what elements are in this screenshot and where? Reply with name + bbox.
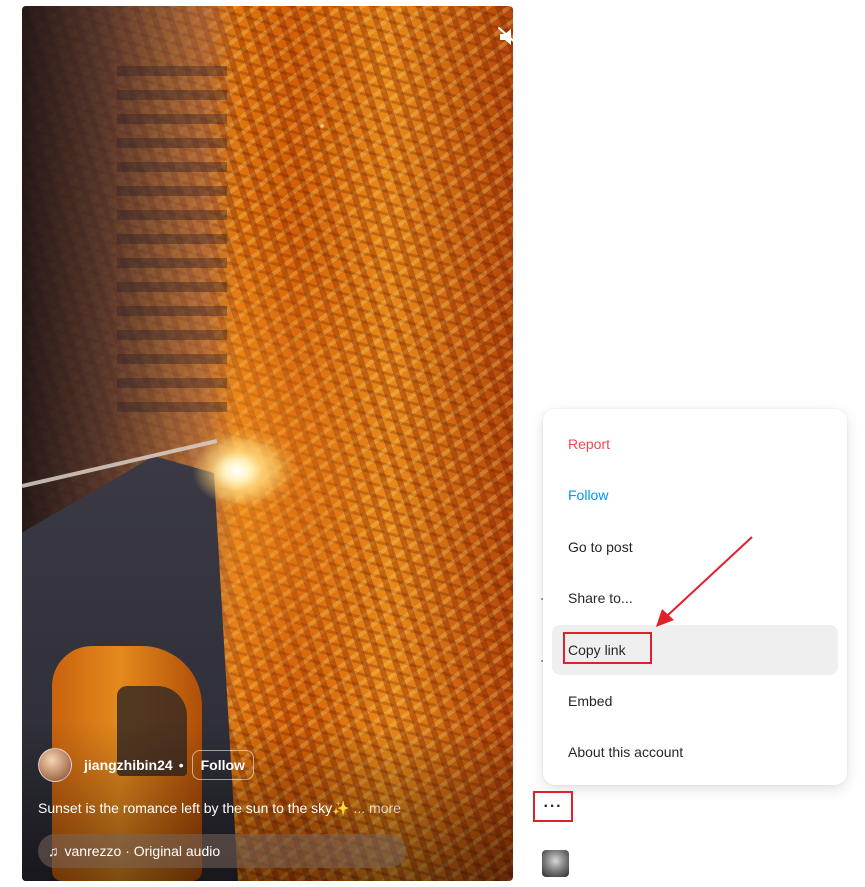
side-dot: [541, 598, 543, 600]
annotation-arrow-icon: [656, 536, 753, 627]
more-horizontal-icon: ···: [543, 797, 563, 815]
account-thumbnail[interactable]: [542, 850, 569, 877]
more-options-button[interactable]: ···: [533, 791, 573, 822]
side-dot: [541, 660, 543, 662]
